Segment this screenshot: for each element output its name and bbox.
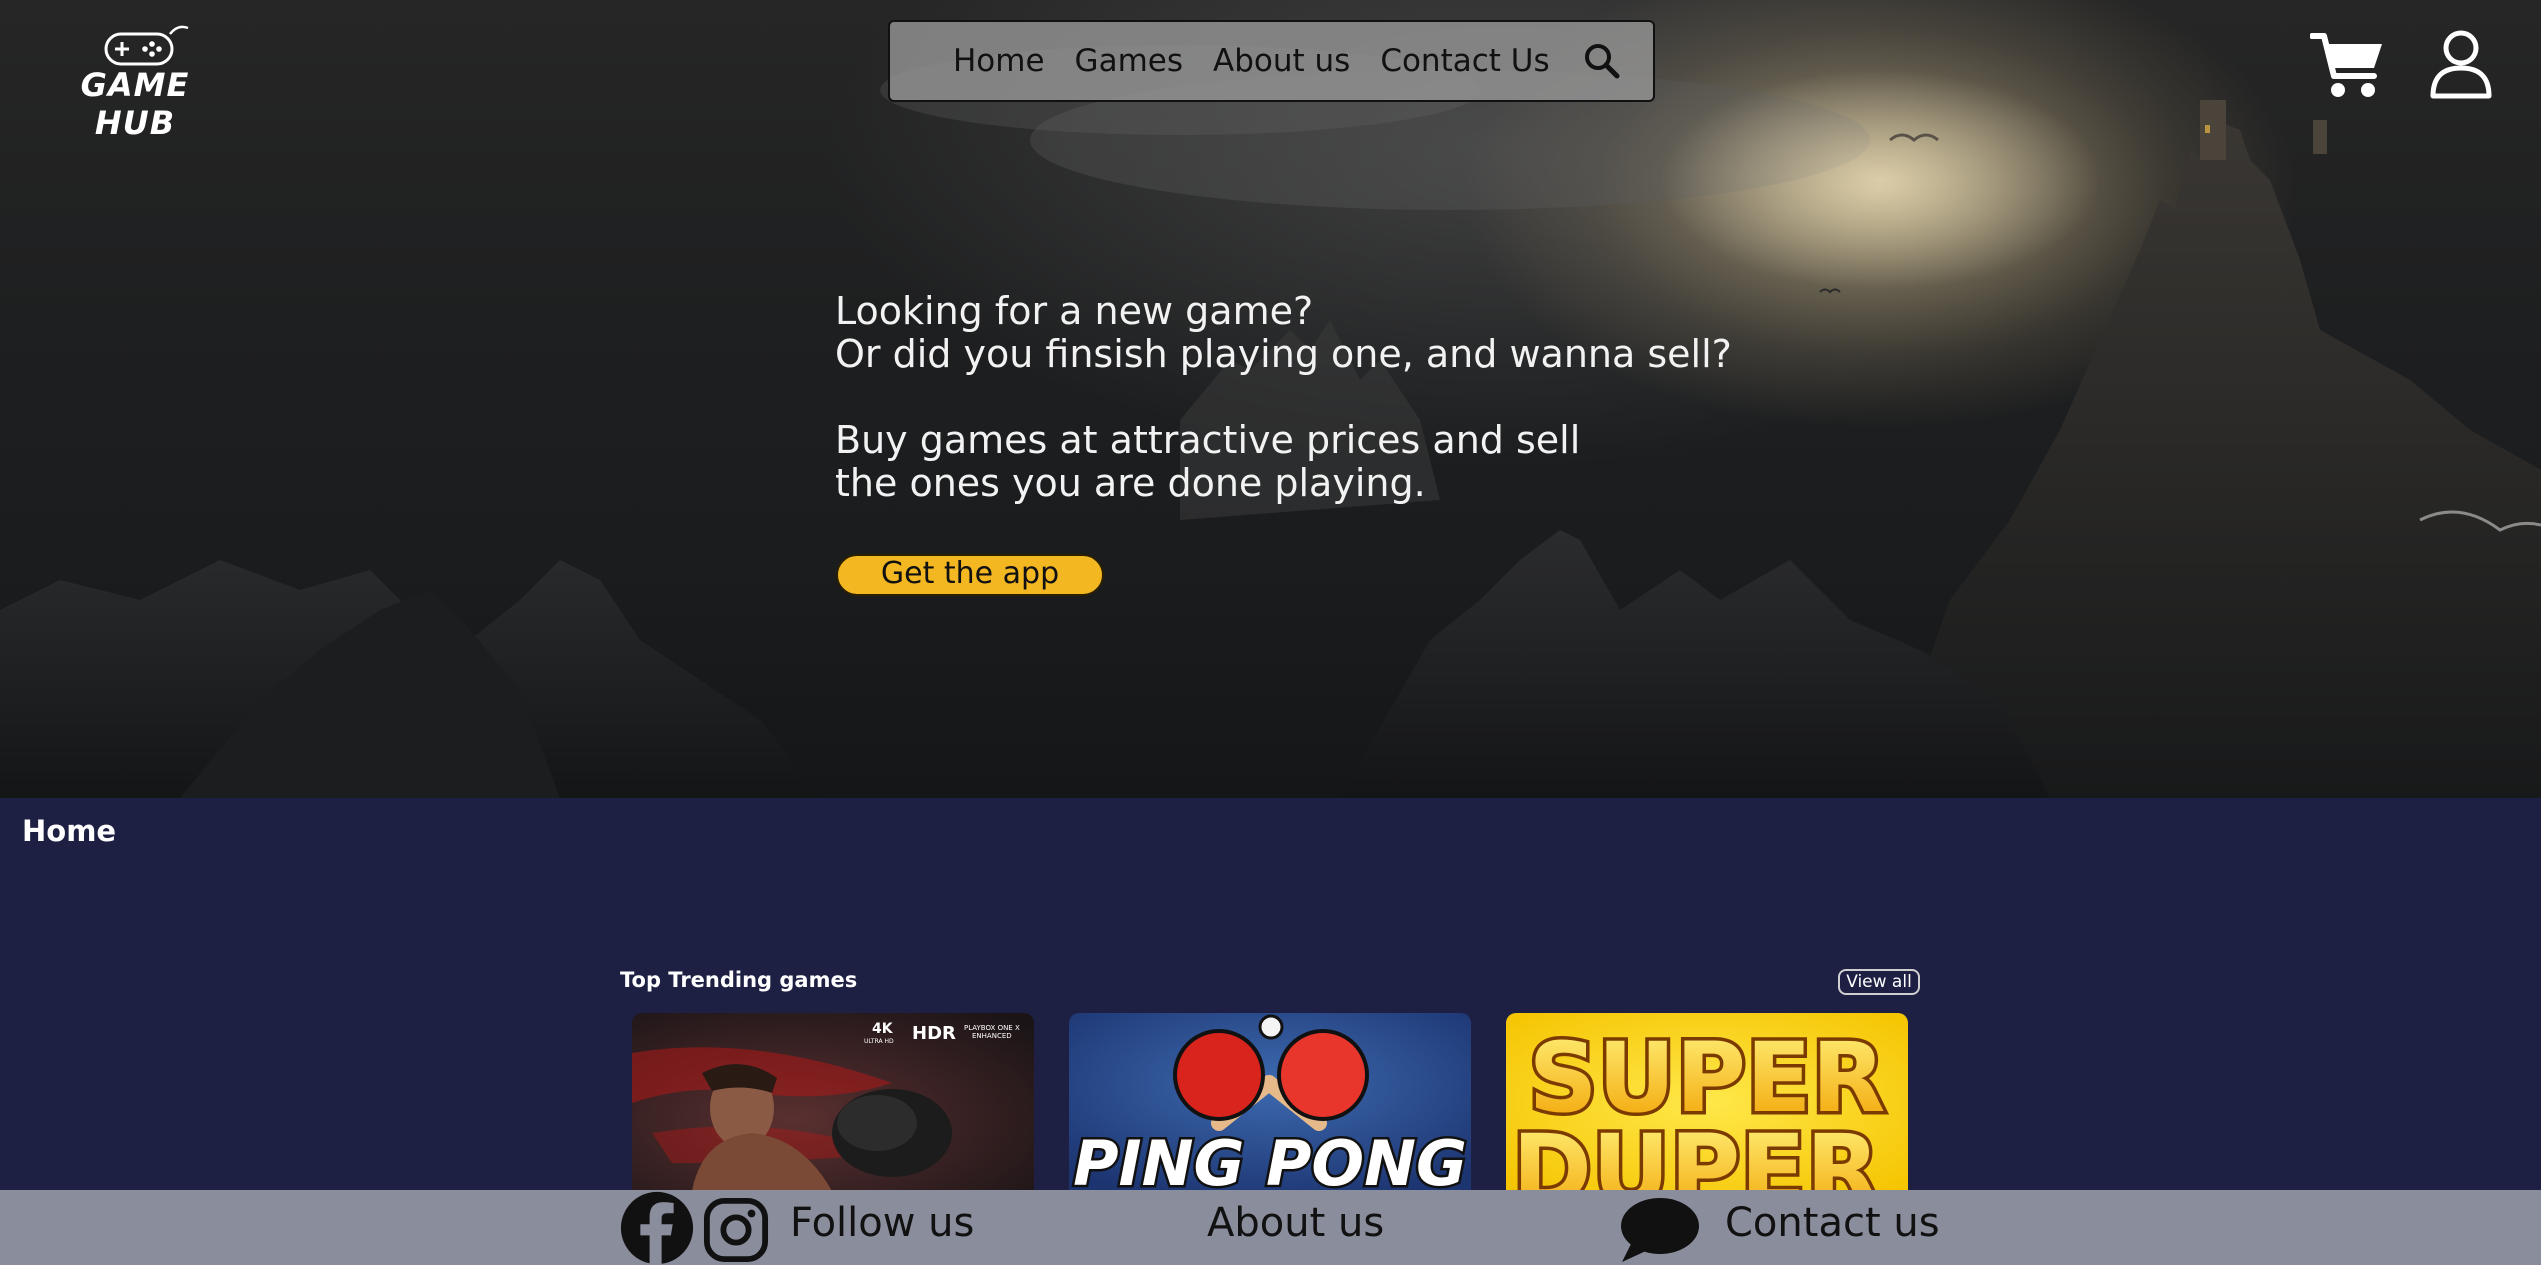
cart-icon[interactable] xyxy=(2310,30,2386,102)
game-cover-super-duper: SUPER DUPER xyxy=(1506,1013,1908,1191)
section-title-home: Home xyxy=(22,814,117,848)
facebook-icon[interactable] xyxy=(617,1191,697,1265)
super-duper-title-line2: DUPER xyxy=(1512,1114,1880,1191)
trending-games-heading: Top Trending games xyxy=(620,968,858,992)
user-account-icon[interactable] xyxy=(2428,28,2494,100)
main-navigation: Home Games About us Contact Us xyxy=(888,20,1655,102)
get-the-app-button[interactable]: Get the app xyxy=(836,554,1104,596)
instagram-icon[interactable] xyxy=(702,1197,770,1263)
nav-contact-us[interactable]: Contact Us xyxy=(1380,43,1549,79)
brand-logo-text: GAME HUB xyxy=(80,66,190,142)
hero-line-4: the ones you are done playing. xyxy=(835,461,1426,505)
badge-ultra-hd: ULTRA HD xyxy=(864,1038,894,1045)
footer-about-us-link[interactable]: About us xyxy=(1207,1200,1384,1246)
nav-about-us[interactable]: About us xyxy=(1213,43,1350,79)
search-icon[interactable] xyxy=(1582,41,1622,81)
nav-games[interactable]: Games xyxy=(1075,43,1183,79)
hero-banner: GAME HUB Home Games About us Contact Us xyxy=(0,0,2541,798)
nav-home[interactable]: Home xyxy=(953,43,1045,79)
game-cover-boxing: 4K ULTRA HD HDR PLAYBOX ONE X ENHANCED xyxy=(632,1013,1034,1191)
footer-follow-us-link[interactable]: Follow us xyxy=(790,1200,974,1246)
badge-playbox-one-x: PLAYBOX ONE X xyxy=(964,1024,1020,1032)
badge-4k: 4K xyxy=(872,1021,894,1037)
page: GAME HUB Home Games About us Contact Us xyxy=(0,0,2541,1265)
hero-line-1: Looking for a new game? xyxy=(835,289,1314,333)
hero-line-2: Or did you finsish playing one, and wann… xyxy=(835,332,1732,376)
brand-logo[interactable]: GAME HUB xyxy=(50,24,220,142)
hero-line-3: Buy games at attractive prices and sell xyxy=(835,418,1581,462)
ping-pong-title: PING PONG xyxy=(1073,1127,1467,1191)
game-card-ping-pong[interactable]: PING PONG xyxy=(1069,1013,1471,1191)
game-cover-ping-pong: PING PONG xyxy=(1069,1013,1471,1191)
badge-hdr: HDR xyxy=(912,1023,956,1044)
badge-enhanced: ENHANCED xyxy=(972,1032,1012,1040)
view-all-button[interactable]: View all xyxy=(1838,969,1920,995)
footer-contact-us-link[interactable]: Contact us xyxy=(1725,1200,1940,1246)
chat-bubble-icon[interactable] xyxy=(1618,1196,1700,1264)
game-card-super-duper[interactable]: SUPER DUPER xyxy=(1506,1013,1908,1191)
hero-text: Looking for a new game? Or did you finsi… xyxy=(835,290,1732,505)
game-card-boxing[interactable]: 4K ULTRA HD HDR PLAYBOX ONE X ENHANCED xyxy=(632,1013,1034,1191)
